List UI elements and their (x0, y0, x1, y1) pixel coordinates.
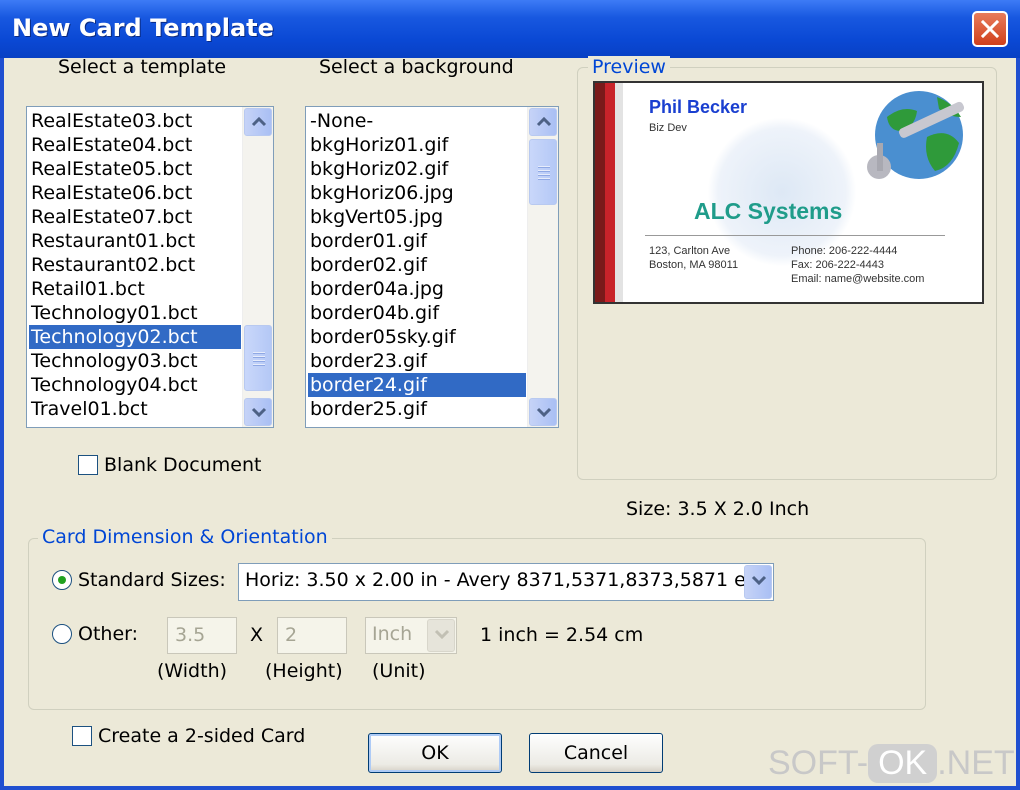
background-list-item[interactable]: bkgHoriz01.gif (308, 133, 526, 157)
background-list-item[interactable]: border04b.gif (308, 301, 526, 325)
template-list-item[interactable]: RealEstate04.bct (29, 133, 241, 157)
select-background-label: Select a background (319, 56, 514, 78)
chevron-up-icon (251, 117, 267, 127)
background-list-item[interactable]: bkgHoriz06.jpg (308, 181, 526, 205)
width-field[interactable]: 3.5 (167, 617, 237, 654)
card-border-stripe (595, 83, 605, 302)
template-scrollbar[interactable] (242, 107, 273, 427)
unit-caption: (Unit) (372, 660, 426, 682)
dialog-body: Select a template Select a background Tr… (4, 56, 1016, 786)
card-email: Email: name@website.com (791, 273, 925, 285)
background-listbox[interactable]: border25.gif border24.gif border23.gif bord… (305, 106, 559, 428)
scroll-down-button[interactable] (244, 398, 272, 426)
width-value: 3.5 (175, 624, 206, 646)
chevron-down-icon (251, 407, 267, 417)
template-list-item[interactable]: Restaurant02.bct (29, 253, 241, 277)
other-label: Other: (78, 623, 139, 645)
background-list-item[interactable]: border25.gif (308, 397, 526, 421)
globe-key-icon (867, 91, 965, 179)
template-list-item[interactable]: Technology01.bct (29, 301, 241, 325)
chevron-down-icon (751, 575, 767, 585)
window-title: New Card Template (12, 14, 274, 42)
dropdown-button[interactable] (744, 565, 772, 599)
template-list-item[interactable]: RealEstate07.bct (29, 205, 241, 229)
scroll-thumb[interactable] (244, 325, 272, 391)
select-template-label: Select a template (58, 56, 227, 78)
template-list-item[interactable]: RealEstate03.bct (29, 109, 241, 133)
blank-document-label: Blank Document (104, 454, 262, 476)
preview-group-title: Preview (588, 56, 670, 78)
width-caption: (Width) (157, 660, 228, 682)
background-list-item[interactable]: border23.gif (308, 349, 526, 373)
card-address2: Boston, MA 98011 (649, 259, 739, 271)
ok-button[interactable]: OK (368, 733, 502, 773)
background-list-item[interactable]: border24.gif (308, 373, 526, 397)
card-company: ALC Systems (694, 198, 843, 224)
unit-dropdown-button[interactable] (427, 619, 455, 652)
height-caption: (Height) (265, 660, 343, 682)
times-label: X (250, 624, 264, 646)
height-field[interactable]: 2 (277, 617, 347, 654)
two-sided-checkbox[interactable] (72, 726, 92, 746)
other-radio[interactable] (52, 624, 72, 644)
scroll-thumb[interactable] (529, 139, 557, 205)
blank-document-checkbox[interactable] (78, 455, 98, 475)
scroll-up-button[interactable] (529, 108, 557, 136)
template-listbox[interactable]: Travel01.bct Technology04.bct Technology03… (26, 106, 274, 428)
unit-value: Inch (372, 623, 413, 645)
chevron-down-icon (434, 629, 450, 639)
card-fax: Fax: 206-222-4443 (791, 259, 884, 271)
watermark-right: .NET (937, 744, 1015, 782)
watermark-left: SOFT- (768, 744, 869, 782)
template-list-item[interactable]: Travel01.bct (29, 397, 241, 421)
template-list-item[interactable]: Technology03.bct (29, 349, 241, 373)
background-list-item[interactable]: -None- (308, 109, 526, 133)
watermark: SOFT- OK .NET (768, 744, 1015, 783)
background-list-item[interactable]: border02.gif (308, 253, 526, 277)
standard-sizes-radio[interactable] (52, 570, 72, 590)
background-list-item[interactable]: bkgHoriz02.gif (308, 157, 526, 181)
background-list-item[interactable]: bkgVert05.jpg (308, 205, 526, 229)
cancel-button[interactable]: Cancel (529, 733, 663, 773)
scroll-down-button[interactable] (529, 398, 557, 426)
background-list-item[interactable]: border05sky.gif (308, 325, 526, 349)
card-name: Phil Becker (649, 97, 748, 117)
height-value: 2 (285, 624, 298, 646)
size-label: Size: 3.5 X 2.0 Inch (626, 498, 810, 520)
template-list-item[interactable]: Technology02.bct (29, 325, 241, 349)
two-sided-label: Create a 2-sided Card (98, 725, 306, 747)
template-list-item[interactable]: Restaurant01.bct (29, 229, 241, 253)
unit-dropdown[interactable]: Inch (365, 617, 457, 654)
dialog-window: New Card Template Select a template Sele… (0, 0, 1020, 790)
scroll-up-button[interactable] (244, 108, 272, 136)
chevron-up-icon (536, 117, 552, 127)
standard-sizes-value: Horiz: 3.50 x 2.00 in - Avery 8371,5371,… (245, 569, 764, 591)
watermark-box: OK (868, 744, 938, 783)
close-icon (981, 20, 999, 38)
template-list-item[interactable]: Technology04.bct (29, 373, 241, 397)
card-preview: Phil Becker Biz Dev ALC Systems 123, Car… (593, 81, 984, 304)
background-scrollbar[interactable] (527, 107, 558, 427)
standard-sizes-label: Standard Sizes: (78, 569, 226, 591)
background-list-item[interactable]: border01.gif (308, 229, 526, 253)
conversion-label: 1 inch = 2.54 cm (480, 624, 644, 646)
template-list-item[interactable]: RealEstate05.bct (29, 157, 241, 181)
close-button[interactable] (972, 11, 1008, 47)
card-phone: Phone: 206-222-4444 (791, 245, 898, 257)
template-list-item[interactable]: Retail01.bct (29, 277, 241, 301)
card-address1: 123, Carlton Ave (649, 245, 731, 257)
card-title: Biz Dev (649, 122, 687, 134)
title-bar[interactable]: New Card Template (0, 0, 1020, 58)
chevron-down-icon (536, 407, 552, 417)
template-list-item[interactable]: RealEstate06.bct (29, 181, 241, 205)
dimension-group-title: Card Dimension & Orientation (38, 526, 332, 548)
standard-sizes-dropdown[interactable]: Horiz: 3.50 x 2.00 in - Avery 8371,5371,… (238, 563, 774, 601)
background-list-item[interactable]: border04a.jpg (308, 277, 526, 301)
